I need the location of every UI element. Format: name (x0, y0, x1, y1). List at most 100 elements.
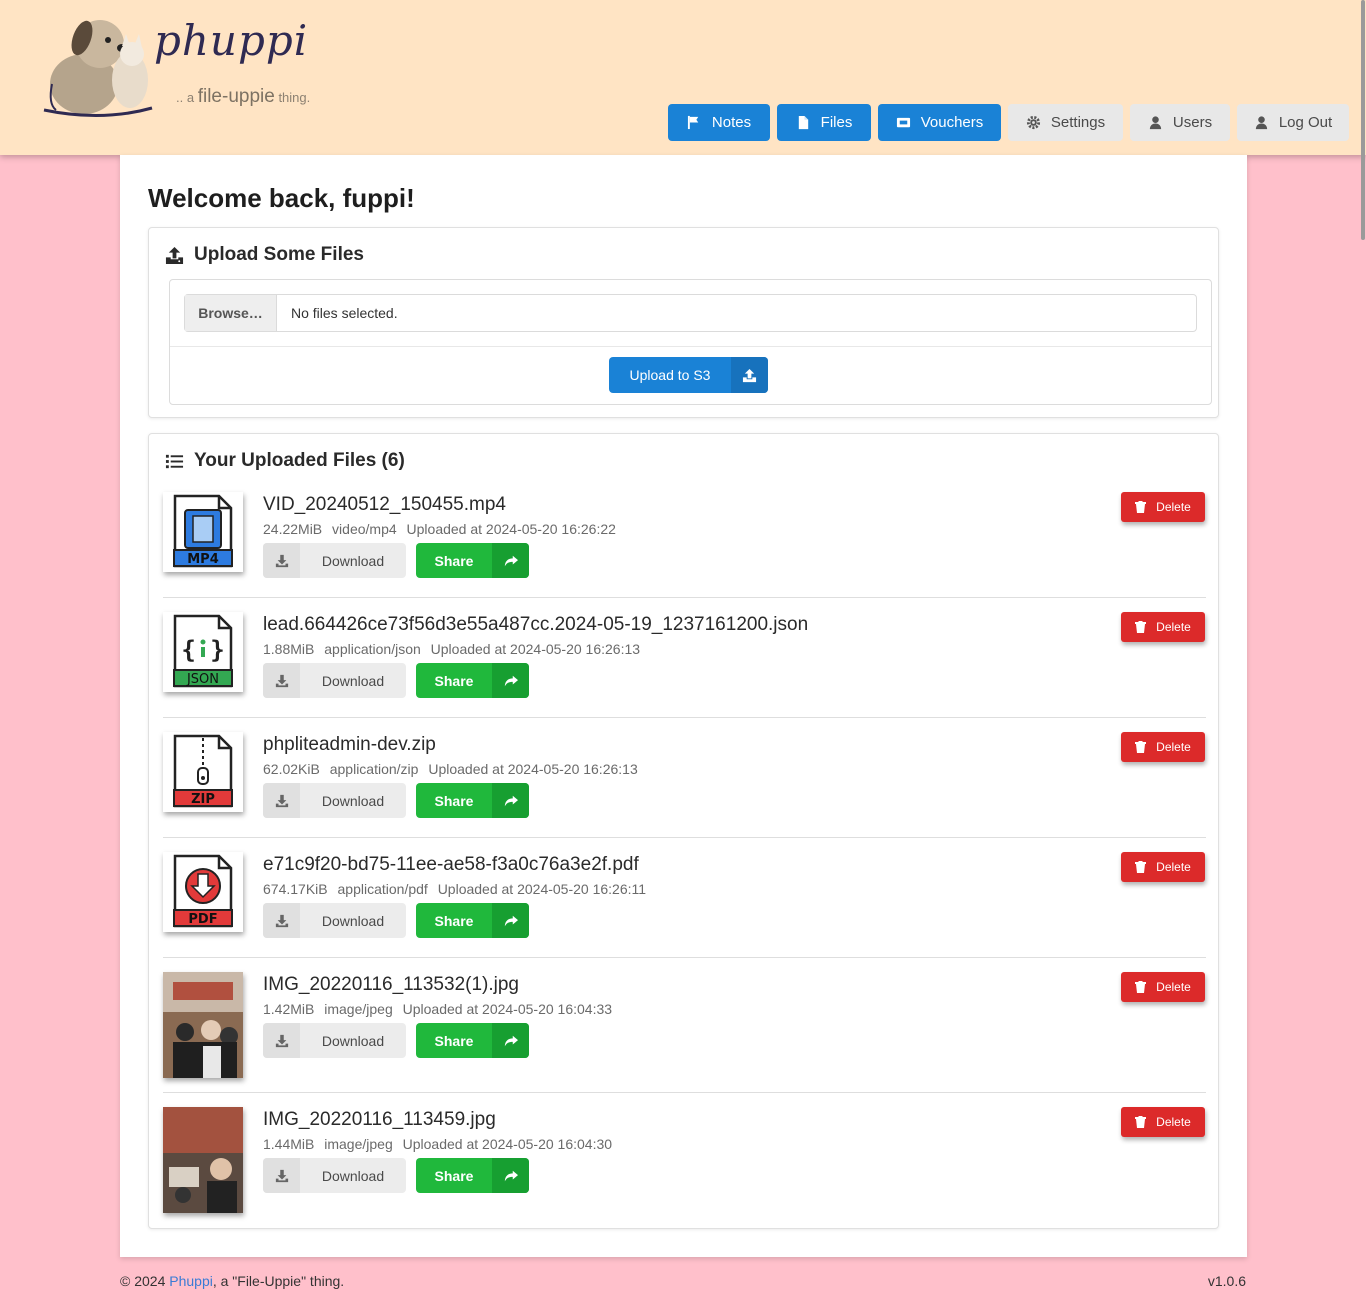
divider (163, 837, 1206, 838)
photo-thumbnail[interactable] (163, 972, 243, 1078)
app-version: v1.0.6 (1207, 1273, 1246, 1289)
thumb-badge: MP4 (187, 552, 219, 567)
footer-phuppi-link[interactable]: Phuppi (169, 1273, 213, 1289)
delete-button[interactable]: Delete (1121, 492, 1205, 522)
file-uploaded-at: Uploaded at 2024-05-20 16:26:11 (437, 881, 647, 897)
file-row: { } JSON lead.664426ce73f56d3e55a487cc.2… (163, 612, 1206, 712)
download-icon-wrap (263, 1158, 300, 1193)
download-button[interactable]: Download (263, 903, 406, 938)
delete-button[interactable]: Delete (1121, 732, 1205, 762)
download-button[interactable]: Download (263, 543, 406, 578)
download-label: Download (321, 1032, 385, 1049)
nav-vouchers-button[interactable]: Vouchers (878, 104, 1001, 141)
share-button[interactable]: Share (416, 543, 529, 578)
file-type: application/pdf (337, 881, 428, 897)
download-label: Download (321, 792, 385, 809)
share-arrow-icon (504, 555, 518, 566)
file-name[interactable]: VID_20240512_150455.mp4 (263, 494, 506, 516)
share-button[interactable]: Share (416, 903, 529, 938)
download-button[interactable]: Download (263, 1158, 406, 1193)
share-icon-wrap (492, 543, 529, 578)
upload-form: Browse… No files selected. Upload to S3 (169, 279, 1212, 405)
share-arrow-icon (504, 1035, 518, 1046)
brand-tagline: .. a file-uppie thing. (176, 86, 310, 108)
page-title: Welcome back, fuppi! (148, 183, 415, 213)
file-name[interactable]: lead.664426ce73f56d3e55a487cc.2024-05-19… (263, 614, 808, 636)
nav-users-button[interactable]: Users (1130, 104, 1230, 141)
nav-files-button[interactable]: Files (777, 104, 871, 141)
file-uploaded-at: Uploaded at 2024-05-20 16:26:13 (428, 761, 638, 777)
delete-label: Delete (1156, 500, 1191, 514)
share-arrow-icon (504, 915, 518, 926)
photo-thumbnail-graphic (163, 1107, 243, 1213)
phuppi-logo[interactable]: phuppi .. a file-uppie thing. (42, 14, 322, 118)
nav-settings-button[interactable]: Settings (1008, 104, 1123, 141)
file-meta: 24.22MiB video/mp4 Uploaded at 2024-05-2… (263, 521, 616, 537)
thumb-badge: PDF (188, 912, 217, 927)
download-label: Download (321, 672, 385, 689)
thumb-badge: JSON (186, 672, 219, 687)
json-file-icon[interactable]: { } JSON (163, 612, 243, 692)
file-uploaded-at: Uploaded at 2024-05-20 16:26:22 (406, 521, 616, 537)
user-icon (1255, 116, 1267, 130)
nav-notes-button[interactable]: Notes (668, 104, 770, 141)
download-button[interactable]: Download (263, 1023, 406, 1058)
upload-button-icon-wrap (731, 357, 768, 393)
file-input[interactable]: Browse… No files selected. (184, 294, 1197, 332)
share-icon-wrap (492, 1023, 529, 1058)
mp4-file-icon[interactable]: MP4 (163, 492, 243, 572)
download-icon-wrap (263, 903, 300, 938)
nav-logout-button[interactable]: Log Out (1237, 104, 1349, 141)
file-size: 674.17KiB (263, 881, 328, 897)
share-button[interactable]: Share (416, 783, 529, 818)
download-icon (275, 794, 288, 807)
tagline-suffix: thing. (278, 90, 311, 105)
file-name[interactable]: phpliteadmin-dev.zip (263, 734, 436, 756)
file-name[interactable]: IMG_20220116_113532(1).jpg (263, 974, 519, 996)
file-row: PDF e71c9f20-bd75-11ee-ae58-f3a0c76a3e2f… (163, 852, 1206, 952)
uploaded-files-title-text: Your Uploaded Files (6) (194, 450, 405, 471)
share-button[interactable]: Share (416, 1023, 529, 1058)
browse-button[interactable]: Browse… (185, 295, 277, 331)
delete-button[interactable]: Delete (1121, 972, 1205, 1002)
nav-files-label: Files (820, 114, 853, 131)
share-icon-wrap (492, 663, 529, 698)
zip-file-icon[interactable]: ZIP (163, 732, 243, 812)
share-button[interactable]: Share (416, 663, 529, 698)
delete-button[interactable]: Delete (1121, 1107, 1205, 1137)
file-size: 1.44MiB (263, 1136, 315, 1152)
upload-button-label: Upload to S3 (629, 367, 711, 383)
trash-icon (1135, 501, 1147, 513)
download-button[interactable]: Download (263, 783, 406, 818)
tagline-main: file-uppie (197, 86, 275, 107)
share-button[interactable]: Share (416, 1158, 529, 1193)
download-button[interactable]: Download (263, 663, 406, 698)
upload-to-s3-button[interactable]: Upload to S3 (609, 357, 768, 393)
upload-panel-title: Upload Some Files (165, 244, 364, 266)
gear-icon (1026, 115, 1040, 130)
footer-copyright: © 2024 Phuppi, a "File-Uppie" thing. (120, 1273, 344, 1289)
trash-icon (1135, 861, 1147, 873)
delete-button[interactable]: Delete (1121, 852, 1205, 882)
page-scrollbar[interactable] (1360, 0, 1366, 1305)
divider (163, 597, 1206, 598)
footer-copyright-text: © 2024 (120, 1273, 166, 1289)
file-name[interactable]: e71c9f20-bd75-11ee-ae58-f3a0c76a3e2f.pdf (263, 854, 639, 876)
file-size: 1.88MiB (263, 641, 315, 657)
share-label: Share (434, 672, 474, 689)
delete-button[interactable]: Delete (1121, 612, 1205, 642)
zip-file-icon-graphic: ZIP (173, 734, 233, 808)
file-name[interactable]: IMG_20220116_113459.jpg (263, 1109, 496, 1131)
download-icon-wrap (263, 1023, 300, 1058)
file-uploaded-at: Uploaded at 2024-05-20 16:26:13 (430, 641, 641, 657)
photo-thumbnail[interactable] (163, 1107, 243, 1213)
file-type: application/zip (329, 761, 419, 777)
scrollbar-thumb[interactable] (1361, 0, 1365, 240)
selected-files-text: No files selected. (291, 305, 398, 321)
thumb-badge: ZIP (191, 792, 215, 807)
trash-icon (1135, 1116, 1147, 1128)
nav-vouchers-label: Vouchers (920, 114, 984, 131)
divider (163, 957, 1206, 958)
file-icon (798, 115, 808, 130)
pdf-file-icon[interactable]: PDF (163, 852, 243, 932)
